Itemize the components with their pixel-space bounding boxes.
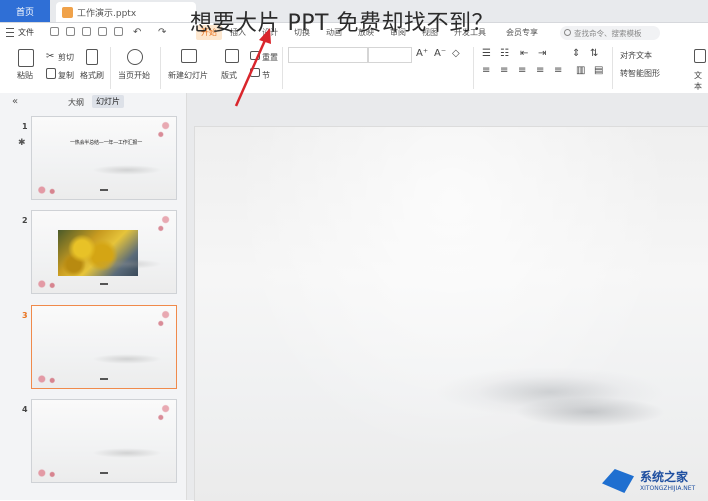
collapse-panel-icon[interactable]: « xyxy=(12,96,18,107)
cut-button[interactable]: 剪切 xyxy=(58,52,74,63)
site-logo-icon xyxy=(602,469,634,493)
slide-background xyxy=(195,127,708,501)
ribbon: 粘贴 ✂ 剪切 复制 格式刷 当页开始 新建幻灯片 版式 重置 节 A⁺ A⁻ … xyxy=(0,43,708,124)
align-right-icon[interactable]: ≡ xyxy=(518,65,526,76)
undo-icon[interactable]: ↶ xyxy=(133,27,141,38)
animation-star-icon: ✱ xyxy=(18,138,26,148)
slide-number: 2 xyxy=(22,216,28,225)
layout-button[interactable]: 版式 xyxy=(221,70,237,81)
slide-thumbnail-2[interactable] xyxy=(31,210,177,294)
slide-thumbnail-1[interactable]: 一热会半总结—一年—工作汇报一 xyxy=(31,116,177,200)
cloud-decoration xyxy=(515,397,665,427)
smartart-button[interactable]: 转智能图形 xyxy=(620,68,660,79)
from-current-button[interactable]: 当页开始 xyxy=(118,70,150,81)
undo-history-icon[interactable] xyxy=(66,27,75,36)
file-menu[interactable]: 文件 xyxy=(18,27,34,38)
reset-icon[interactable] xyxy=(250,51,260,60)
line-spacing-icon[interactable]: ⇕ xyxy=(572,48,580,59)
increase-indent-icon[interactable]: ⇥ xyxy=(538,48,546,59)
layout-icon[interactable] xyxy=(225,49,239,63)
site-watermark: 系统之家 XITONGZHIJIA.NET xyxy=(600,466,704,496)
hamburger-menu-icon[interactable] xyxy=(6,28,14,37)
save-icon[interactable] xyxy=(50,27,59,36)
slide-thumbnail-4[interactable] xyxy=(31,399,177,483)
slide-footer-mark xyxy=(100,378,108,380)
plum-blossom-decoration xyxy=(34,466,60,480)
ribbon-separator xyxy=(160,47,161,89)
font-size-select[interactable] xyxy=(368,47,412,63)
document-tab[interactable]: 工作演示.pptx xyxy=(56,2,196,22)
command-search[interactable]: 查找命令、搜索模板 xyxy=(560,26,660,40)
align-text-button[interactable]: 对齐文本 xyxy=(620,50,652,61)
preview-icon[interactable] xyxy=(98,27,107,36)
overlay-caption: 想要大片 PPT 免费却找不到？ xyxy=(190,11,494,36)
distribute-icon[interactable]: ≡ xyxy=(554,65,562,76)
watermark-name: 系统之家 xyxy=(640,470,689,484)
plum-blossom-decoration xyxy=(34,183,60,197)
columns-icon[interactable]: ▥ xyxy=(576,65,585,76)
ribbon-separator xyxy=(473,47,474,89)
mist-decoration xyxy=(92,354,162,364)
slide-number: 1 xyxy=(22,122,28,131)
plum-blossom-decoration xyxy=(156,119,172,141)
copy-button[interactable]: 复制 xyxy=(58,70,74,81)
text-box-align-icon[interactable]: ▤ xyxy=(594,65,603,76)
slide-footer-mark xyxy=(100,283,108,285)
new-slide-icon[interactable] xyxy=(181,49,197,63)
export-icon[interactable] xyxy=(114,27,123,36)
home-tab[interactable]: 首页 xyxy=(0,0,50,22)
format-painter-icon[interactable] xyxy=(86,49,98,65)
redo-icon[interactable]: ↷ xyxy=(158,27,166,38)
current-slide[interactable] xyxy=(194,126,708,501)
slide-thumbnail-3[interactable] xyxy=(31,305,177,389)
plum-blossom-decoration xyxy=(156,402,172,424)
section-button[interactable]: 节 xyxy=(262,70,270,81)
slides-view-tab[interactable]: 幻灯片 xyxy=(92,95,124,108)
ginkgo-tree-photo xyxy=(58,230,138,276)
plum-blossom-decoration xyxy=(156,213,172,235)
grow-font-icon[interactable]: A⁺ xyxy=(416,48,428,59)
format-painter-button[interactable]: 格式刷 xyxy=(80,70,104,81)
slide-number: 4 xyxy=(22,405,28,414)
text-direction-icon[interactable]: ⇅ xyxy=(590,48,598,59)
ribbon-separator xyxy=(110,47,111,89)
plum-blossom-decoration xyxy=(156,308,172,330)
cut-icon[interactable]: ✂ xyxy=(46,51,54,62)
slide-1-title: 一热会半总结—一年—工作汇报一 xyxy=(70,140,143,146)
font-family-select[interactable] xyxy=(288,47,368,63)
menu-member[interactable]: 会员专享 xyxy=(506,27,538,38)
justify-icon[interactable]: ≡ xyxy=(536,65,544,76)
paste-button[interactable]: 粘贴 xyxy=(17,70,33,81)
mist-decoration xyxy=(92,448,162,458)
play-from-current-icon[interactable] xyxy=(127,49,143,65)
mist-decoration xyxy=(92,259,162,269)
print-icon[interactable] xyxy=(82,27,91,36)
section-icon[interactable] xyxy=(250,68,260,77)
bullet-list-icon[interactable]: ☰ xyxy=(482,48,491,59)
align-left-icon[interactable]: ≡ xyxy=(482,65,490,76)
ribbon-separator xyxy=(612,47,613,89)
ppt-file-icon xyxy=(62,6,73,18)
outline-view-tab[interactable]: 大纲 xyxy=(68,97,84,108)
watermark-url: XITONGZHIJIA.NET xyxy=(640,485,696,492)
new-slide-button[interactable]: 新建幻灯片 xyxy=(168,70,208,81)
text-box-button[interactable]: 文本 xyxy=(694,70,708,92)
ribbon-separator xyxy=(282,47,283,89)
numbered-list-icon[interactable]: ☷ xyxy=(500,48,509,59)
reset-button[interactable]: 重置 xyxy=(262,52,278,63)
slide-number: 3 xyxy=(22,311,28,320)
shrink-font-icon[interactable]: A⁻ xyxy=(434,48,446,59)
slide-footer-mark xyxy=(100,189,108,191)
decrease-indent-icon[interactable]: ⇤ xyxy=(520,48,528,59)
paste-icon[interactable] xyxy=(18,49,34,67)
plum-blossom-decoration xyxy=(34,277,60,291)
mist-decoration xyxy=(92,165,162,175)
text-box-icon[interactable] xyxy=(694,49,706,63)
document-tab-label: 工作演示.pptx xyxy=(77,8,137,19)
copy-icon[interactable] xyxy=(46,68,56,79)
clear-format-icon[interactable]: ◇ xyxy=(452,48,460,59)
align-center-icon[interactable]: ≡ xyxy=(500,65,508,76)
plum-blossom-decoration xyxy=(34,372,60,386)
slide-footer-mark xyxy=(100,472,108,474)
